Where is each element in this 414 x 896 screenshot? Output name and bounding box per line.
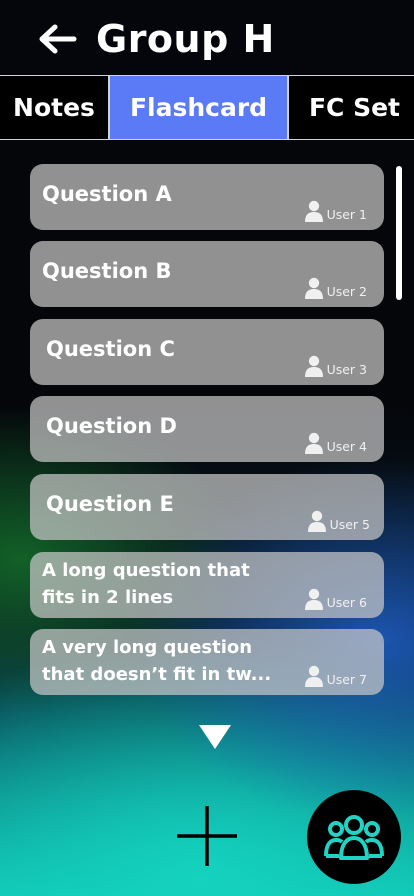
flashcard-item[interactable]: Question A User 1 bbox=[30, 164, 384, 230]
flashcard-question: Question E bbox=[46, 492, 174, 516]
flashcard-author-label: User 7 bbox=[326, 672, 367, 687]
user-icon bbox=[304, 200, 323, 222]
tab-fc-set[interactable]: FC Set bbox=[289, 76, 414, 139]
tab-flashcard[interactable]: Flashcard bbox=[110, 76, 289, 139]
flashcard-author-label: User 1 bbox=[326, 207, 367, 222]
user-icon bbox=[304, 665, 323, 687]
flashcard-question: A long question that fits in 2 lines bbox=[42, 560, 250, 608]
flashcard-author-label: User 5 bbox=[329, 517, 370, 532]
user-icon bbox=[304, 355, 323, 377]
flashcard-item[interactable]: A long question that fits in 2 lines Use… bbox=[30, 552, 384, 618]
page-title: Group H bbox=[96, 17, 275, 61]
flashcard-item[interactable]: Question B User 2 bbox=[30, 241, 384, 307]
triangle-down-icon bbox=[199, 725, 231, 749]
load-more-button[interactable] bbox=[198, 724, 232, 750]
flashcard-item[interactable]: Question D User 4 bbox=[30, 396, 384, 462]
flashcard-question: Question D bbox=[46, 414, 177, 438]
flashcard-author-label: User 2 bbox=[326, 284, 367, 299]
flashcard-item[interactable]: Question C User 3 bbox=[30, 319, 384, 385]
group-members-button[interactable] bbox=[307, 790, 401, 884]
flashcard-question: Question A bbox=[42, 182, 172, 206]
add-flashcard-button[interactable] bbox=[175, 804, 239, 868]
flashcard-author: User 2 bbox=[304, 277, 367, 299]
flashcard-author-label: User 6 bbox=[326, 595, 367, 610]
flashcard-author: User 7 bbox=[304, 665, 367, 687]
group-icon bbox=[324, 815, 384, 860]
flashcard-author-label: User 3 bbox=[326, 362, 367, 377]
user-icon bbox=[304, 277, 323, 299]
user-icon bbox=[307, 510, 326, 532]
tab-notes[interactable]: Notes bbox=[0, 76, 110, 139]
plus-icon bbox=[177, 806, 237, 866]
flashcard-item[interactable]: Question E User 5 bbox=[30, 474, 384, 540]
user-icon bbox=[304, 432, 323, 454]
flashcard-author: User 5 bbox=[307, 510, 370, 532]
back-button[interactable] bbox=[38, 22, 78, 56]
arrow-left-icon bbox=[39, 24, 77, 54]
flashcard-author-label: User 4 bbox=[326, 439, 367, 454]
scrollbar[interactable] bbox=[396, 166, 402, 300]
header: Group H bbox=[0, 0, 414, 76]
flashcard-author: User 3 bbox=[304, 355, 367, 377]
flashcard-question: A very long question that doesn’t fit in… bbox=[42, 637, 272, 685]
flashcard-question: Question B bbox=[42, 259, 172, 283]
flashcard-author: User 6 bbox=[304, 588, 367, 610]
flashcard-author: User 1 bbox=[304, 200, 367, 222]
flashcard-item[interactable]: A very long question that doesn’t fit in… bbox=[30, 629, 384, 695]
flashcard-question: Question C bbox=[46, 337, 175, 361]
user-icon bbox=[304, 588, 323, 610]
flashcard-author: User 4 bbox=[304, 432, 367, 454]
tab-bar: Notes Flashcard FC Set bbox=[0, 75, 414, 140]
